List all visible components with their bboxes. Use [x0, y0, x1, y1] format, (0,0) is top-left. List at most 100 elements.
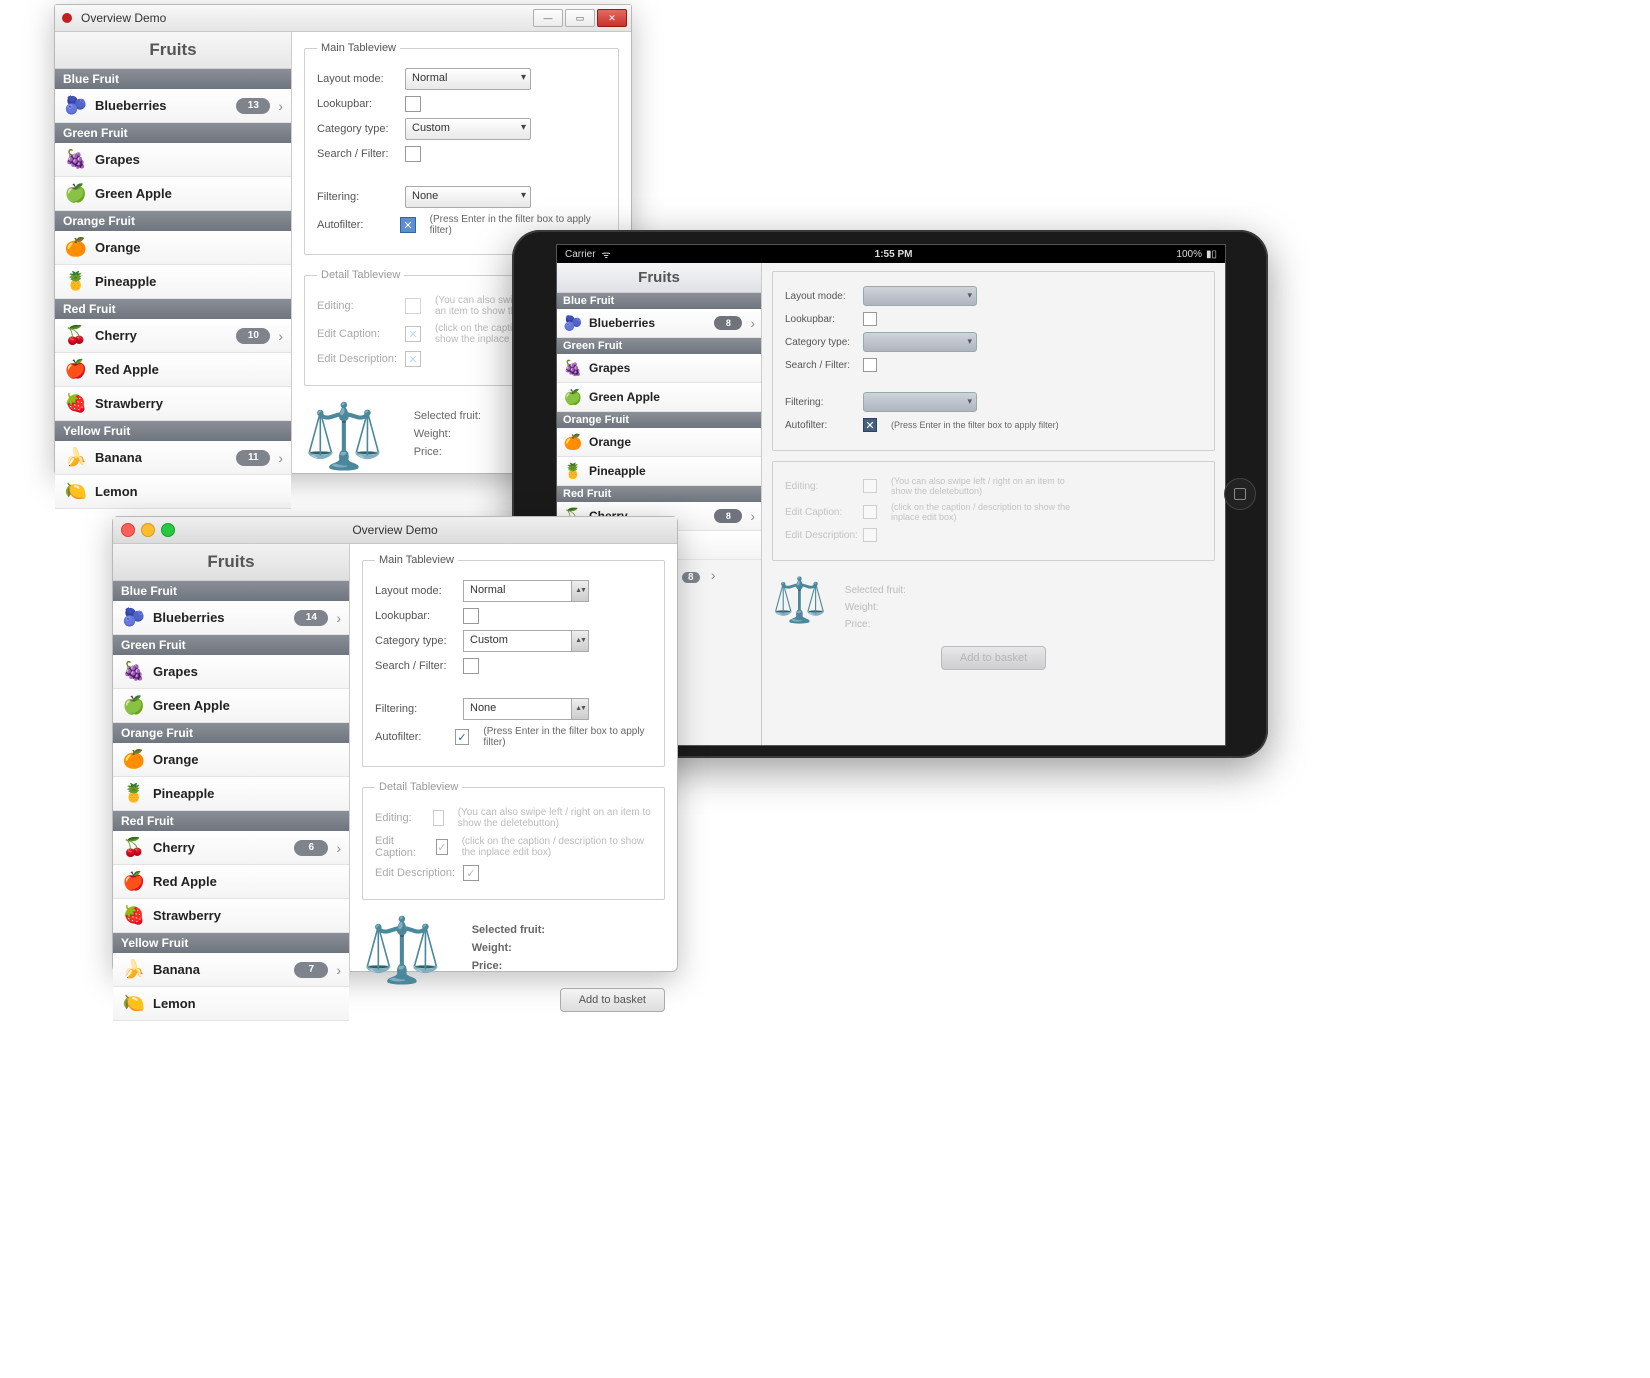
list-item-label: Strawberry — [153, 908, 341, 923]
minimize-button[interactable]: — — [533, 9, 563, 27]
blueberries-icon: 🫐 — [563, 314, 583, 332]
category-header-orange: Orange Fruit — [55, 211, 291, 231]
autofilter-checkbox[interactable]: ✕ — [400, 217, 415, 233]
list-item-red-apple[interactable]: 🍎 Red Apple — [55, 353, 291, 387]
list-item-cherry[interactable]: 🍒 Cherry 6 › — [113, 831, 349, 865]
list-item-label: Grapes — [95, 152, 283, 167]
list-item-green-apple[interactable]: 🍏 Green Apple — [557, 383, 761, 412]
chevron-right-icon: › — [278, 328, 283, 344]
list-item-banana[interactable]: 🍌 Banana 7 › — [113, 953, 349, 987]
list-item-orange[interactable]: 🍊 Orange — [55, 231, 291, 265]
zoom-button[interactable] — [161, 523, 175, 537]
layout-mode-select[interactable]: Normal — [463, 580, 589, 602]
autofilter-checkbox[interactable]: ✕ — [863, 418, 877, 432]
titlebar[interactable]: Overview Demo — ▭ ✕ — [55, 5, 631, 32]
list-item-green-apple[interactable]: 🍏 Green Apple — [113, 689, 349, 723]
list-item-strawberry[interactable]: 🍓 Strawberry — [55, 387, 291, 421]
label-category-type: Category type: — [317, 123, 405, 135]
autofilter-checkbox[interactable]: ✓ — [455, 729, 470, 745]
category-header-red: Red Fruit — [55, 299, 291, 319]
editing-checkbox[interactable] — [433, 810, 444, 826]
search-filter-checkbox[interactable] — [405, 146, 421, 162]
label-lookupbar: Lookupbar: — [317, 98, 405, 110]
list-item-pineapple[interactable]: 🍍 Pineapple — [55, 265, 291, 299]
search-filter-checkbox[interactable] — [863, 358, 877, 372]
list-item-lemon[interactable]: 🍋 Lemon — [55, 475, 291, 509]
add-to-basket-button[interactable]: Add to basket — [941, 646, 1046, 670]
window-controls — [121, 523, 175, 537]
close-button[interactable]: ✕ — [597, 9, 627, 27]
list-item-lemon[interactable]: 🍋 Lemon — [113, 987, 349, 1021]
list-item-pineapple[interactable]: 🍍 Pineapple — [113, 777, 349, 811]
label-filtering: Filtering: — [785, 397, 863, 408]
list-item-strawberry[interactable]: 🍓 Strawberry — [113, 899, 349, 933]
minimize-button[interactable] — [141, 523, 155, 537]
label-layout-mode: Layout mode: — [375, 585, 463, 597]
list-item-label: Pineapple — [153, 786, 341, 801]
editing-checkbox[interactable] — [863, 479, 877, 493]
titlebar[interactable]: Overview Demo — [113, 517, 677, 544]
category-header-orange: Orange Fruit — [113, 723, 349, 743]
list-item-cherry[interactable]: 🍒 Cherry 10 › — [55, 319, 291, 353]
count-badge: 11 — [236, 450, 270, 466]
red-apple-icon: 🍎 — [63, 359, 89, 380]
filtering-select[interactable]: None — [405, 186, 531, 208]
filtering-select[interactable] — [863, 392, 977, 412]
edit-description-checkbox[interactable] — [863, 528, 877, 542]
list-item-blueberries[interactable]: 🫐 Blueberries 13 › — [55, 89, 291, 123]
label-weight: Weight: — [845, 602, 906, 613]
list-item-label: Cherry — [153, 840, 294, 855]
filtering-select[interactable]: None — [463, 698, 589, 720]
category-type-select[interactable] — [863, 332, 977, 352]
list-item-blueberries[interactable]: 🫐 Blueberries 14 › — [113, 601, 349, 635]
list-item-grapes[interactable]: 🍇 Grapes — [113, 655, 349, 689]
close-button[interactable] — [121, 523, 135, 537]
home-button[interactable] — [1224, 478, 1256, 510]
category-header-green: Green Fruit — [113, 635, 349, 655]
edit-caption-hint: (click on the caption / description to s… — [891, 502, 1081, 522]
list-item-label: Orange — [589, 435, 755, 449]
count-badge: 14 — [294, 610, 328, 626]
edit-description-checkbox[interactable]: ✕ — [405, 351, 421, 367]
list-item-blueberries[interactable]: 🫐 Blueberries 8 › — [557, 309, 761, 338]
label-weight: Weight: — [414, 428, 481, 440]
count-badge: 8 — [682, 572, 700, 583]
autofilter-hint: (Press Enter in the filter box to apply … — [891, 420, 1059, 430]
layout-mode-select[interactable]: Normal — [405, 68, 531, 90]
category-header-blue: Blue Fruit — [557, 293, 761, 309]
list-item-pineapple[interactable]: 🍍 Pineapple — [557, 457, 761, 486]
list-item-grapes[interactable]: 🍇 Grapes — [557, 354, 761, 383]
group-legend: Detail Tableview — [375, 781, 462, 793]
list-item-orange[interactable]: 🍊 Orange — [113, 743, 349, 777]
label-search-filter: Search / Filter: — [785, 360, 863, 371]
maximize-button[interactable]: ▭ — [565, 9, 595, 27]
list-item-green-apple[interactable]: 🍏 Green Apple — [55, 177, 291, 211]
edit-description-checkbox[interactable]: ✓ — [463, 865, 479, 881]
edit-caption-checkbox[interactable] — [863, 505, 877, 519]
search-filter-checkbox[interactable] — [463, 658, 479, 674]
list-item-orange[interactable]: 🍊 Orange — [557, 428, 761, 457]
lookupbar-checkbox[interactable] — [863, 312, 877, 326]
category-type-select[interactable]: Custom — [405, 118, 531, 140]
blueberries-icon: 🫐 — [63, 95, 89, 116]
lookupbar-checkbox[interactable] — [463, 608, 479, 624]
list-item-banana[interactable]: 🍌 Banana 11 › — [55, 441, 291, 475]
list-item-red-apple[interactable]: 🍎 Red Apple — [113, 865, 349, 899]
label-selected-fruit: Selected fruit: — [472, 924, 545, 936]
cherry-icon: 🍒 — [121, 837, 147, 858]
editing-checkbox[interactable] — [405, 298, 421, 314]
category-type-select[interactable]: Custom — [463, 630, 589, 652]
add-to-basket-button[interactable]: Add to basket — [560, 988, 665, 1012]
label-selected-fruit: Selected fruit: — [414, 410, 481, 422]
edit-caption-checkbox[interactable]: ✕ — [405, 326, 421, 342]
list-item-grapes[interactable]: 🍇 Grapes — [55, 143, 291, 177]
red-apple-icon: 🍎 — [121, 871, 147, 892]
chevron-right-icon: › — [750, 315, 755, 331]
lookupbar-checkbox[interactable] — [405, 96, 421, 112]
layout-mode-select[interactable] — [863, 286, 977, 306]
grapes-icon: 🍇 — [63, 149, 89, 170]
count-badge: 10 — [236, 328, 270, 344]
banana-icon: 🍌 — [63, 447, 89, 468]
list-title: Fruits — [113, 544, 349, 581]
edit-caption-checkbox[interactable]: ✓ — [436, 839, 448, 855]
